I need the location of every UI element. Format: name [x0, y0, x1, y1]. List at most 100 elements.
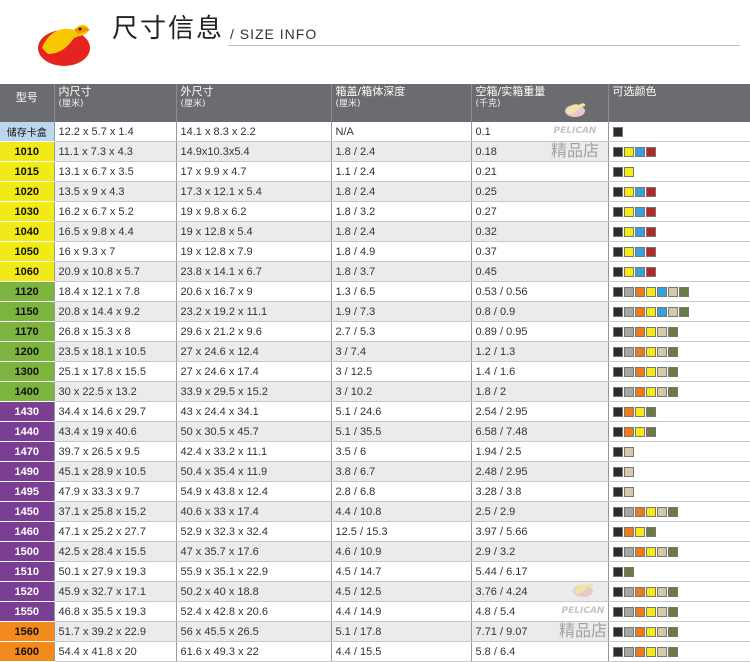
outer-cell: 54.9 x 43.8 x 12.4 [176, 481, 332, 502]
inner-cell: 39.7 x 26.5 x 9.5 [54, 441, 177, 462]
inner-cell: 20.9 x 10.8 x 5.7 [54, 261, 177, 282]
inner-cell: 42.5 x 28.4 x 15.5 [54, 541, 177, 562]
color-swatch [645, 426, 656, 437]
color-swatch [623, 266, 634, 277]
inner-cell: 20.8 x 14.4 x 9.2 [54, 301, 177, 322]
color-swatch [623, 366, 634, 377]
watermark-cn: 精品店 [558, 621, 607, 640]
depth-cell: 5.1 / 35.5 [331, 421, 472, 442]
model-cell: 1060 [0, 261, 55, 282]
model-cell: 1150 [0, 301, 55, 322]
watermark-en: PELICAN [561, 606, 605, 616]
inner-cell: 12.2 x 5.7 x 1.4 [54, 122, 177, 142]
color-swatch [634, 646, 645, 657]
color-swatch [612, 206, 623, 217]
color-swatch [645, 366, 656, 377]
color-swatch [612, 546, 623, 557]
inner-cell: 45.1 x 28.9 x 10.5 [54, 461, 177, 482]
color-swatch [612, 446, 623, 457]
color-swatch [645, 306, 656, 317]
model-cell: 1050 [0, 241, 55, 262]
table-row: 1040 16.5 x 9.8 x 4.4 19 x 12.8 x 5.4 1.8 /… [0, 221, 750, 242]
inner-cell: 13.1 x 6.7 x 3.5 [54, 161, 177, 182]
color-swatch [656, 626, 667, 637]
weight-cell: 1.94 / 2.5 [471, 441, 609, 462]
inner-cell: 46.8 x 35.5 x 19.3 [54, 601, 177, 622]
depth-cell: 1.9 / 7.3 [331, 301, 472, 322]
model-cell: 1470 [0, 441, 55, 462]
depth-cell: 4.4 / 10.8 [331, 501, 472, 522]
outer-cell: 23.2 x 19.2 x 11.1 [176, 301, 332, 322]
colors-cell [608, 561, 750, 582]
depth-cell: 1.8 / 3.7 [331, 261, 472, 282]
color-swatch [667, 546, 678, 557]
color-swatch [612, 646, 623, 657]
color-swatch [667, 286, 678, 297]
table-row: 1500 42.5 x 28.4 x 15.5 47 x 35.7 x 17.6 4.… [0, 541, 750, 562]
colors-cell [608, 321, 750, 342]
model-cell: 1500 [0, 541, 55, 562]
table-row: 1460 47.1 x 25.2 x 27.7 52.9 x 32.3 x 32.4… [0, 521, 750, 542]
color-swatch [645, 186, 656, 197]
inner-cell: 13.5 x 9 x 4.3 [54, 181, 177, 202]
depth-cell: 5.1 / 17.8 [331, 621, 472, 642]
color-swatch [634, 546, 645, 557]
watermark-cn: 精品店 [550, 141, 599, 160]
color-swatch [645, 406, 656, 417]
color-swatch [667, 386, 678, 397]
color-swatch [656, 386, 667, 397]
weight-cell: 0.25 [471, 181, 609, 202]
inner-cell: 37.1 x 25.8 x 15.2 [54, 501, 177, 522]
col-header-model: 型号 [0, 84, 55, 122]
color-swatch [645, 226, 656, 237]
model-cell: 1170 [0, 321, 55, 342]
table-row: 1015 13.1 x 6.7 x 3.5 17 x 9.9 x 4.7 1.1 / … [0, 161, 750, 182]
outer-cell: 19 x 9.8 x 6.2 [176, 201, 332, 222]
color-swatch [623, 286, 634, 297]
outer-cell: 61.6 x 49.3 x 22 [176, 641, 332, 662]
color-swatch [634, 306, 645, 317]
colors-cell [608, 141, 750, 162]
color-swatch [645, 146, 656, 157]
color-swatch [623, 506, 634, 517]
outer-cell: 50.4 x 35.4 x 11.9 [176, 461, 332, 482]
outer-cell: 29.6 x 21.2 x 9.6 [176, 321, 332, 342]
colors-cell [608, 301, 750, 322]
model-cell: 1460 [0, 521, 55, 542]
weight-cell: 0.27 [471, 201, 609, 222]
colors-cell [608, 281, 750, 302]
title-divider [228, 45, 740, 46]
table-row: 1600 54.4 x 41.8 x 20 61.6 x 49.3 x 22 4.4 … [0, 641, 750, 662]
color-swatch [623, 526, 634, 537]
inner-cell: 50.1 x 27.9 x 19.3 [54, 561, 177, 582]
weight-cell: 2.5 / 2.9 [471, 501, 609, 522]
table-row: 1300 25.1 x 17.8 x 15.5 27 x 24.6 x 17.4 3 … [0, 361, 750, 382]
outer-cell: 40.6 x 33 x 17.4 [176, 501, 332, 522]
color-swatch [645, 266, 656, 277]
table-row: 1470 39.7 x 26.5 x 9.5 42.4 x 33.2 x 11.1 3… [0, 441, 750, 462]
model-cell: 1020 [0, 181, 55, 202]
weight-cell: 3.28 / 3.8 [471, 481, 609, 502]
weight-cell: 1.2 / 1.3 [471, 341, 609, 362]
color-swatch [667, 626, 678, 637]
color-swatch [623, 486, 634, 497]
weight-cell: 0.32 [471, 221, 609, 242]
color-swatch [656, 586, 667, 597]
color-swatch [656, 606, 667, 617]
color-swatch [656, 546, 667, 557]
color-swatch [656, 326, 667, 337]
watermark-bottom: PELICAN 精品店 [548, 580, 618, 641]
weight-cell: 0.37 [471, 241, 609, 262]
color-swatch [623, 446, 634, 457]
inner-cell: 54.4 x 41.8 x 20 [54, 641, 177, 662]
depth-cell: 1.1 / 2.4 [331, 161, 472, 182]
table-row: 1020 13.5 x 9 x 4.3 17.3 x 12.1 x 5.4 1.8 /… [0, 181, 750, 202]
colors-cell [608, 501, 750, 522]
colors-cell [608, 461, 750, 482]
color-swatch [612, 306, 623, 317]
color-swatch [623, 646, 634, 657]
outer-cell: 27 x 24.6 x 12.4 [176, 341, 332, 362]
depth-cell: 1.8 / 3.2 [331, 201, 472, 222]
outer-cell: 50.2 x 40 x 18.8 [176, 581, 332, 602]
depth-cell: 12.5 / 15.3 [331, 521, 472, 542]
